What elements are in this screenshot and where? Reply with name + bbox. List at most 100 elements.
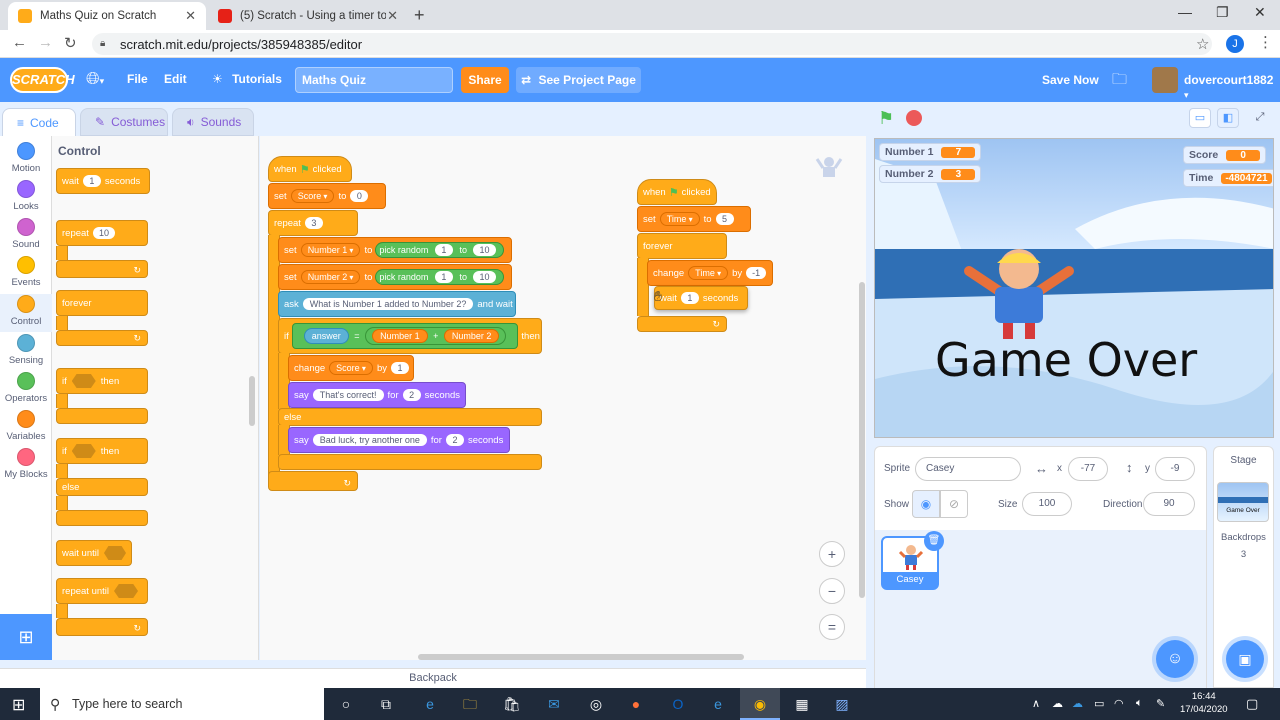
taskbar-search-box[interactable]: ⚲ Type here to search	[40, 688, 324, 720]
back-icon[interactable]: ←	[12, 34, 27, 51]
variable-dropdown[interactable]: Score	[290, 189, 335, 203]
close-tab-icon[interactable]: ✕	[387, 8, 398, 24]
wait-block-dragging[interactable]: wait 1 seconds	[654, 286, 748, 310]
boolean-slot[interactable]	[71, 444, 96, 458]
monitor-number1[interactable]: Number 1 7	[879, 143, 982, 161]
user-avatar[interactable]	[1152, 67, 1178, 93]
x-position-input[interactable]: -77	[1068, 457, 1108, 481]
bookmark-star-icon[interactable]: ☆	[1196, 35, 1209, 53]
palette-wait-block[interactable]: wait 1 seconds	[56, 168, 150, 194]
app-window-icon[interactable]: ▦	[792, 694, 812, 714]
show-sprite-eye-icon[interactable]: ◉	[912, 490, 940, 518]
forward-icon[interactable]: →	[38, 34, 53, 51]
text-field[interactable]: That's correct!	[312, 389, 384, 401]
number-field[interactable]: 10	[473, 244, 496, 256]
change-time-block[interactable]: change Time by -1	[647, 260, 773, 286]
task-view-icon[interactable]: ⧉	[376, 694, 396, 714]
pick-random-reporter[interactable]: pick random 1 to 10	[375, 242, 504, 258]
variable-dropdown[interactable]: Time	[659, 212, 700, 226]
tab-code[interactable]: ≡ Code	[2, 108, 76, 136]
url-field[interactable]: 🔒︎ scratch.mit.edu/projects/385948385/ed…	[92, 33, 1212, 55]
tab-costumes[interactable]: ✎ Costumes	[80, 108, 168, 136]
language-globe-icon[interactable]: 🌐︎▾	[86, 69, 104, 89]
boolean-slot[interactable]	[114, 584, 139, 598]
see-project-page-button[interactable]: ⇄ See Project Page	[516, 67, 641, 93]
backdrop-thumbnail[interactable]: Game Over	[1217, 482, 1269, 522]
pen-icon[interactable]: ✎	[1156, 697, 1165, 710]
value-field[interactable]: 0	[350, 190, 369, 202]
when-flag-clicked-hat-2[interactable]: when ⚑ clicked	[637, 179, 717, 205]
variable-dropdown[interactable]: Time	[688, 266, 729, 280]
onedrive-blue-cloud-icon[interactable]: ☁	[1072, 697, 1083, 710]
tab-sounds[interactable]: 🔉︎ Sounds	[172, 108, 254, 136]
firefox-icon[interactable]: ●	[626, 694, 646, 714]
zoom-reset-button[interactable]: =	[819, 614, 845, 640]
variable-dropdown[interactable]: Score	[329, 361, 373, 375]
number-field[interactable]: 1	[434, 244, 453, 256]
notifications-icon[interactable]: ▢	[1246, 696, 1258, 712]
zoom-out-button[interactable]: −	[819, 578, 845, 604]
category-control[interactable]: Control	[0, 294, 52, 332]
photos-icon[interactable]: ▨	[832, 694, 852, 714]
palette-repeat-block[interactable]: repeat 10	[56, 220, 148, 246]
stage-canvas[interactable]: Number 1 7 Number 2 3 Score 0 Time -4804…	[874, 138, 1274, 438]
monitor-score[interactable]: Score 0	[1183, 146, 1267, 164]
delete-sprite-trash-icon[interactable]: 🗑︎	[924, 531, 944, 551]
category-operators[interactable]: Operators	[0, 372, 52, 410]
monitor-number2[interactable]: Number 2 3	[879, 165, 982, 183]
number-field[interactable]: 10	[473, 271, 496, 283]
show-hidden-icons-chevron-icon[interactable]: ∧	[1032, 697, 1040, 710]
edit-menu[interactable]: Edit	[164, 72, 187, 86]
taskbar-clock[interactable]: 16:44 17/04/2020	[1180, 690, 1228, 716]
variable-dropdown[interactable]: Number 1	[300, 243, 361, 257]
project-title-input[interactable]: Maths Quiz	[295, 67, 453, 93]
set-number1-block[interactable]: set Number 1 to pick random 1 to 10	[278, 237, 512, 263]
minimize-icon[interactable]: —	[1178, 4, 1192, 20]
green-flag-button[interactable]: ⚑	[878, 108, 894, 129]
share-button[interactable]: Share	[461, 67, 509, 93]
maximize-icon[interactable]: ❐	[1216, 4, 1229, 21]
y-position-input[interactable]: -9	[1155, 457, 1195, 481]
fullscreen-icon[interactable]: ⤢	[1249, 108, 1271, 128]
number-field[interactable]: 1	[434, 271, 453, 283]
palette-scrollbar[interactable]	[249, 376, 255, 426]
tutorials-button[interactable]: ☀︎ Tutorials	[212, 72, 282, 86]
mail-icon[interactable]: ✉	[544, 694, 564, 714]
hide-sprite-eye-slash-icon[interactable]: ⊘	[940, 490, 968, 518]
set-time-block[interactable]: set Time to 5	[637, 206, 751, 232]
reload-icon[interactable]: ↻	[64, 34, 77, 52]
network-icon[interactable]: ▭	[1094, 697, 1104, 710]
choose-sprite-cat-icon[interactable]: ☺	[1156, 640, 1194, 678]
say-correct-block[interactable]: say That's correct! for 2 seconds	[288, 382, 466, 408]
scratch-logo[interactable]: SCRATCH	[10, 67, 75, 93]
workspace-horizontal-scrollbar[interactable]	[418, 654, 744, 660]
palette-if-else-block[interactable]: if then	[56, 438, 148, 464]
boolean-slot[interactable]	[103, 546, 126, 560]
answer-reporter[interactable]: answer	[303, 328, 349, 344]
stop-button[interactable]	[906, 110, 922, 126]
equals-operator[interactable]: answer = Number 1 + Number 2	[291, 323, 519, 349]
normal-stage-icon[interactable]: ◧	[1217, 108, 1239, 128]
add-operator[interactable]: Number 1 + Number 2	[365, 327, 507, 345]
category-motion[interactable]: Motion	[0, 142, 52, 180]
store-icon[interactable]: 🛍︎	[502, 694, 522, 714]
number-field[interactable]: 2	[402, 389, 421, 401]
number-field[interactable]: 1	[82, 175, 101, 187]
say-bad-luck-block[interactable]: say Bad luck, try another one for 2 seco…	[288, 427, 510, 453]
number2-reporter[interactable]: Number 2	[443, 329, 500, 343]
palette-forever-block[interactable]: forever	[56, 290, 148, 316]
wifi-icon[interactable]: ◠	[1114, 697, 1124, 710]
file-menu[interactable]: File	[127, 72, 148, 86]
monitor-time[interactable]: Time -4804721	[1183, 169, 1273, 187]
category-looks[interactable]: Looks	[0, 180, 52, 218]
forever-block[interactable]: forever	[637, 233, 727, 259]
palette-if-then-block[interactable]: if then	[56, 368, 148, 394]
new-tab-button[interactable]: +	[414, 5, 425, 26]
palette-repeat-until-block[interactable]: repeat until	[56, 578, 148, 604]
category-events[interactable]: Events	[0, 256, 52, 294]
number-field[interactable]: 1	[680, 292, 699, 304]
category-sensing[interactable]: Sensing	[0, 334, 52, 372]
question-field[interactable]: What is Number 1 added to Number 2?	[302, 298, 474, 310]
browser-menu-icon[interactable]: ⋮	[1258, 33, 1273, 51]
profile-avatar[interactable]: J	[1226, 35, 1244, 53]
